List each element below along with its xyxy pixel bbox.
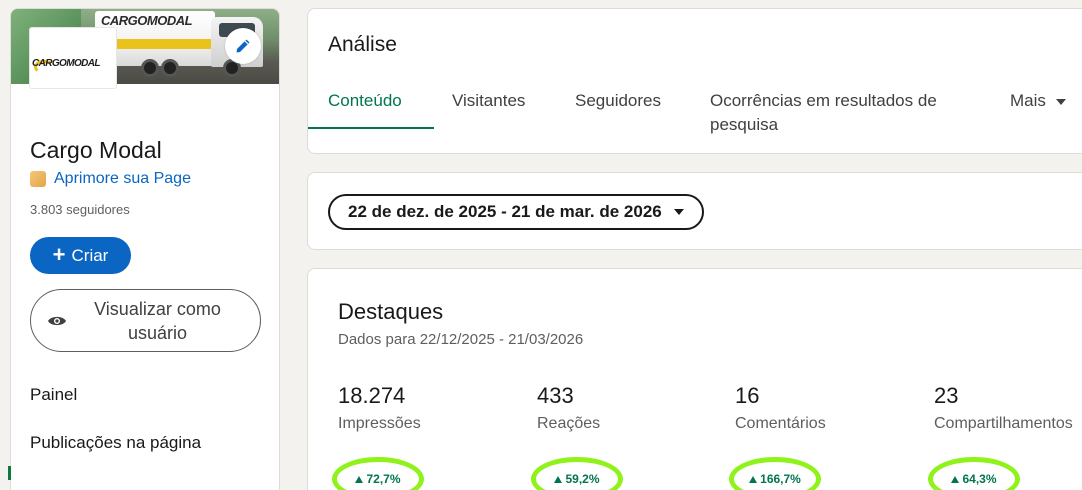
company-name: Cargo Modal <box>30 137 162 163</box>
metric-label: Impressões <box>338 415 421 432</box>
metric-compartilhamentos: 23 Compartilhamentos 64,3% <box>928 383 1073 490</box>
highlights-subtitle: Dados para 22/12/2025 - 21/03/2026 <box>338 331 584 348</box>
date-range-dropdown[interactable]: 22 de dez. de 2025 - 21 de mar. de 2026 <box>328 194 704 230</box>
sidebar-item-publicacoes[interactable]: Publicações na página <box>30 433 201 453</box>
highlights-card: Destaques Dados para 22/12/2025 - 21/03/… <box>307 268 1082 490</box>
improve-page-icon <box>30 171 46 187</box>
improve-page-label: Aprimore sua Page <box>54 170 191 187</box>
chevron-down-icon <box>673 209 684 215</box>
metric-reacoes: 433 Reações 59,2% <box>531 383 623 490</box>
sidebar-item-painel[interactable]: Painel <box>30 385 77 405</box>
plus-icon: + <box>52 241 66 267</box>
pencil-icon <box>236 39 250 53</box>
company-logo[interactable]: CARGOMODAL <box>30 28 116 88</box>
company-sidebar: CARGOMODAL CARGOMODAL Cargo Modal Aprimo… <box>10 8 280 490</box>
metric-change-value: 166,7% <box>760 472 801 486</box>
create-label: Criar <box>71 245 109 265</box>
tab-visitantes[interactable]: Visitantes <box>452 89 525 113</box>
arrow-up-icon <box>951 475 960 483</box>
metric-label: Comentários <box>735 415 826 432</box>
highlights-title: Destaques <box>338 299 444 324</box>
active-tab-indicator <box>308 127 434 129</box>
followers-count: 3.803 seguidores <box>30 202 130 217</box>
date-range-card: 22 de dez. de 2025 - 21 de mar. de 2026 <box>307 172 1082 250</box>
metric-change-value: 72,7% <box>366 472 401 486</box>
arrow-up-icon <box>554 475 563 483</box>
analytics-header: Análise Conteúdo Visitantes Seguidores O… <box>307 8 1082 154</box>
tab-ocorrencias-pesquisa[interactable]: Ocorrências em resultados de pesquisa <box>710 89 980 137</box>
left-edge-marker <box>8 466 11 480</box>
metric-value: 433 <box>537 383 574 408</box>
view-as-user-label: Visualizar como usuário <box>94 298 221 343</box>
date-range-label: 22 de dez. de 2025 - 21 de mar. de 2026 <box>348 202 662 221</box>
metric-impressoes: 18.274 Impressões 72,7% <box>332 383 424 490</box>
edit-page-button[interactable] <box>225 28 261 64</box>
metric-change-badge: 72,7% <box>332 457 424 490</box>
tab-seguidores[interactable]: Seguidores <box>575 89 661 113</box>
chevron-down-icon <box>1055 98 1066 105</box>
metric-change-badge: 64,3% <box>928 457 1020 490</box>
metric-change-badge: 166,7% <box>729 457 821 490</box>
metric-value: 23 <box>934 383 959 408</box>
arrow-up-icon <box>355 475 364 483</box>
create-button[interactable]: + Criar <box>30 237 131 274</box>
improve-page-link[interactable]: Aprimore sua Page <box>30 170 191 188</box>
metric-change-value: 64,3% <box>962 472 997 486</box>
metric-value: 18.274 <box>338 383 406 408</box>
metric-value: 16 <box>735 383 760 408</box>
page-title: Análise <box>328 33 397 56</box>
tab-conteudo[interactable]: Conteúdo <box>328 89 402 113</box>
cover-brand-text: CARGOMODAL <box>101 13 193 28</box>
tab-mais[interactable]: Mais <box>1010 89 1066 113</box>
metric-label: Compartilhamentos <box>934 415 1073 432</box>
view-as-user-button[interactable]: Visualizar como usuário <box>30 289 261 352</box>
metric-change-value: 59,2% <box>565 472 600 486</box>
arrow-up-icon <box>749 475 758 483</box>
logo-text: CARGOMODAL <box>32 58 100 69</box>
metric-label: Reações <box>537 415 601 432</box>
tab-mais-label: Mais <box>1010 91 1046 110</box>
metric-change-badge: 59,2% <box>531 457 623 490</box>
eye-icon <box>48 316 66 325</box>
metric-comentarios: 16 Comentários 166,7% <box>729 383 826 490</box>
